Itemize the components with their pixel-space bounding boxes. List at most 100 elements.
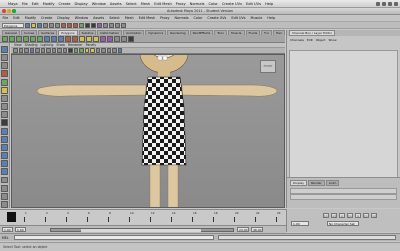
combine-icon[interactable] xyxy=(44,35,50,42)
app-menu-select[interactable]: Select xyxy=(107,16,122,20)
menu-file[interactable]: File xyxy=(20,2,30,6)
perspective-graph-layout-icon[interactable] xyxy=(1,152,8,159)
current-time-indicator[interactable] xyxy=(7,212,16,222)
command-input[interactable] xyxy=(14,235,214,240)
3d-viewport[interactable]: FRONT xyxy=(11,54,285,208)
app-menu-create-uvs[interactable]: Create UVs xyxy=(205,16,229,20)
app-menu-edit-mesh[interactable]: Edit Mesh xyxy=(136,16,158,20)
input-line-icon[interactable] xyxy=(103,22,108,28)
app-menu-normals[interactable]: Normals xyxy=(172,16,191,20)
tab-channel-box[interactable]: Channel Box / Layer Editor xyxy=(289,30,335,36)
split-polygon-icon[interactable] xyxy=(100,35,106,42)
tab-render-layers[interactable]: Render xyxy=(308,180,325,186)
app-menu-edit-uvs[interactable]: Edit UVs xyxy=(229,16,248,20)
anim-end-field[interactable]: 48.00 xyxy=(251,227,263,232)
rotate-tool-icon[interactable] xyxy=(1,78,8,86)
poly-cylinder-icon[interactable] xyxy=(16,35,22,42)
menu-mesh[interactable]: Mesh xyxy=(139,2,152,6)
open-scene-icon[interactable] xyxy=(31,22,36,28)
volume-icon[interactable] xyxy=(382,1,386,6)
app-menu-proxy[interactable]: Proxy xyxy=(158,16,172,20)
menu-edit-uvs[interactable]: Edit UVs xyxy=(244,2,263,6)
snap-grid-icon[interactable] xyxy=(61,22,66,28)
menu-display[interactable]: Display xyxy=(73,2,90,6)
menu-help[interactable]: Help xyxy=(263,2,275,6)
app-menu-create[interactable]: Create xyxy=(39,16,55,20)
append-polygon-icon[interactable] xyxy=(93,35,99,42)
menu-proxy[interactable]: Proxy xyxy=(174,2,188,6)
snap-point-icon[interactable] xyxy=(73,22,78,28)
use-all-lights-icon[interactable] xyxy=(90,48,95,53)
smooth-shade-icon[interactable] xyxy=(73,48,78,53)
tab-anim-layers[interactable]: Anim xyxy=(325,180,340,186)
menu-create[interactable]: Create xyxy=(57,2,73,6)
poly-cone-icon[interactable] xyxy=(23,35,29,42)
dope-sheet-layout-icon[interactable] xyxy=(1,192,8,200)
manipulator-tool-icon[interactable] xyxy=(1,94,8,102)
field-chart-icon[interactable] xyxy=(57,48,62,53)
isolate-select-icon[interactable] xyxy=(101,48,106,53)
step-forward-frame-button[interactable]: |> xyxy=(363,213,369,218)
script-editor-icon[interactable] xyxy=(128,35,134,42)
shadows-icon[interactable] xyxy=(95,48,100,53)
app-menu-modify[interactable]: Modify xyxy=(22,16,38,20)
viewport-menu-renderer[interactable]: Renderer xyxy=(68,43,83,47)
app-menu-window[interactable]: Window xyxy=(72,16,90,20)
app-menu-mesh[interactable]: Mesh xyxy=(122,16,136,20)
tab-display-layers[interactable]: Display xyxy=(290,180,308,186)
last-tool-icon[interactable] xyxy=(1,119,8,127)
outliner-layout-icon[interactable] xyxy=(1,176,8,184)
app-menu-assets[interactable]: Assets xyxy=(91,16,107,20)
poly-cube-icon[interactable] xyxy=(9,35,15,42)
grid-icon[interactable] xyxy=(35,48,40,53)
poly-torus-icon[interactable] xyxy=(37,35,43,42)
battery-icon[interactable] xyxy=(388,1,392,6)
channel-menu-object[interactable]: Object xyxy=(316,38,326,42)
x-ray-joints-icon[interactable] xyxy=(112,48,117,53)
view-cube[interactable]: FRONT xyxy=(260,60,276,73)
menu-create-uvs[interactable]: Create UVs xyxy=(220,2,244,6)
graph-editor-layout-icon[interactable] xyxy=(1,184,8,192)
channel-menu-channels[interactable]: Channels xyxy=(290,38,304,42)
extract-icon[interactable] xyxy=(58,35,64,42)
textured-icon[interactable] xyxy=(84,48,89,53)
anim-start-field[interactable]: 1.00 xyxy=(2,227,13,232)
film-gate-icon[interactable] xyxy=(40,48,45,53)
separate-icon[interactable] xyxy=(51,35,57,42)
wireframe-icon[interactable] xyxy=(68,48,73,53)
app-menu-color[interactable]: Color xyxy=(191,16,205,20)
extrude-icon[interactable] xyxy=(79,35,85,42)
range-slider-bar[interactable] xyxy=(50,227,234,232)
range-slider-handle[interactable] xyxy=(81,228,201,232)
menu-color[interactable]: Color xyxy=(207,2,220,6)
trax-layout-icon[interactable] xyxy=(1,200,8,208)
show-channel-box-icon[interactable] xyxy=(121,22,126,28)
soft-mod-tool-icon[interactable] xyxy=(1,103,8,111)
four-view-layout-icon[interactable] xyxy=(1,135,8,143)
channel-menu-show[interactable]: Show xyxy=(328,38,336,42)
time-slider[interactable]: 1 2 4 6 8 10 12 14 16 18 20 22 24 xyxy=(0,209,286,224)
spotlight-icon[interactable] xyxy=(394,1,398,6)
layer-row[interactable] xyxy=(290,194,397,200)
save-scene-icon[interactable] xyxy=(37,22,42,28)
poly-plane-icon[interactable] xyxy=(30,35,36,42)
show-manipulator-icon[interactable] xyxy=(1,111,8,119)
boolean-icon[interactable] xyxy=(72,35,78,42)
gate-mask-icon[interactable] xyxy=(51,48,56,53)
go-to-start-button[interactable]: |< xyxy=(323,213,329,218)
app-menu-help[interactable]: Help xyxy=(265,16,278,20)
paint-select-tool-icon[interactable] xyxy=(1,62,8,70)
current-frame-field[interactable]: 1.00 xyxy=(291,221,309,226)
menu-edit-mesh[interactable]: Edit Mesh xyxy=(152,2,174,6)
perspective-outliner-layout-icon[interactable] xyxy=(1,143,8,151)
camera-attributes-icon[interactable] xyxy=(18,48,23,53)
new-scene-icon[interactable] xyxy=(25,22,30,28)
viewport-menu-lighting[interactable]: Lighting xyxy=(41,43,54,47)
playback-start-field[interactable]: 1.00 xyxy=(15,227,26,232)
snap-curve-icon[interactable] xyxy=(67,22,72,28)
go-to-end-button[interactable]: >| xyxy=(371,213,377,218)
menu-window[interactable]: Window xyxy=(90,2,108,6)
wifi-icon[interactable] xyxy=(376,1,380,6)
select-component-icon[interactable] xyxy=(55,22,60,28)
viewport-menu-show[interactable]: Show xyxy=(56,43,65,47)
